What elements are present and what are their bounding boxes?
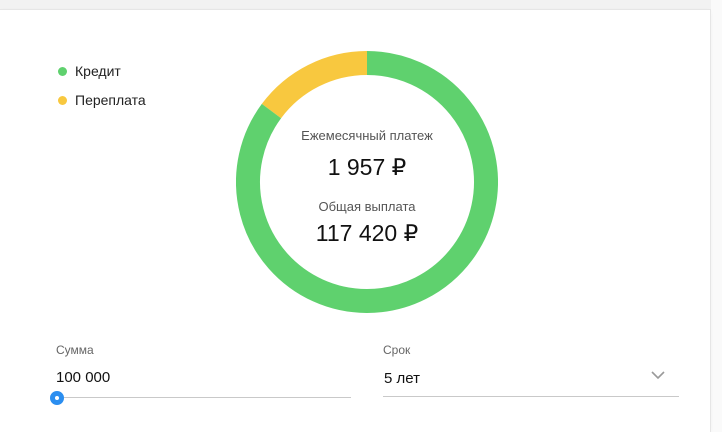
- amount-slider-track[interactable]: [56, 397, 351, 398]
- legend-item-credit: Кредит: [58, 61, 146, 81]
- term-value: 5 лет: [384, 370, 420, 387]
- total-payment-label: Общая выплата: [318, 199, 416, 214]
- legend-label-overpay: Переплата: [75, 92, 146, 108]
- donut-center: Ежемесячный платеж 1 957 ₽ Общая выплата…: [236, 51, 498, 313]
- chevron-down-icon: [651, 371, 665, 380]
- legend-dot-credit: [58, 66, 67, 76]
- amount-value[interactable]: 100 000: [56, 369, 110, 386]
- term-select[interactable]: 5 лет: [383, 362, 679, 397]
- term-label: Срок: [383, 343, 411, 357]
- monthly-payment-label: Ежемесячный платеж: [301, 128, 433, 143]
- chart-legend: Кредит Переплата: [58, 61, 146, 119]
- legend-dot-overpay: [58, 95, 67, 105]
- monthly-payment-value: 1 957 ₽: [327, 154, 407, 180]
- page-edge: [711, 0, 722, 432]
- amount-label: Сумма: [56, 343, 94, 357]
- legend-item-overpay: Переплата: [58, 90, 146, 110]
- amount-slider-thumb[interactable]: [50, 391, 64, 405]
- legend-label-credit: Кредит: [75, 63, 121, 79]
- total-payment-value: 117 420 ₽: [315, 220, 419, 246]
